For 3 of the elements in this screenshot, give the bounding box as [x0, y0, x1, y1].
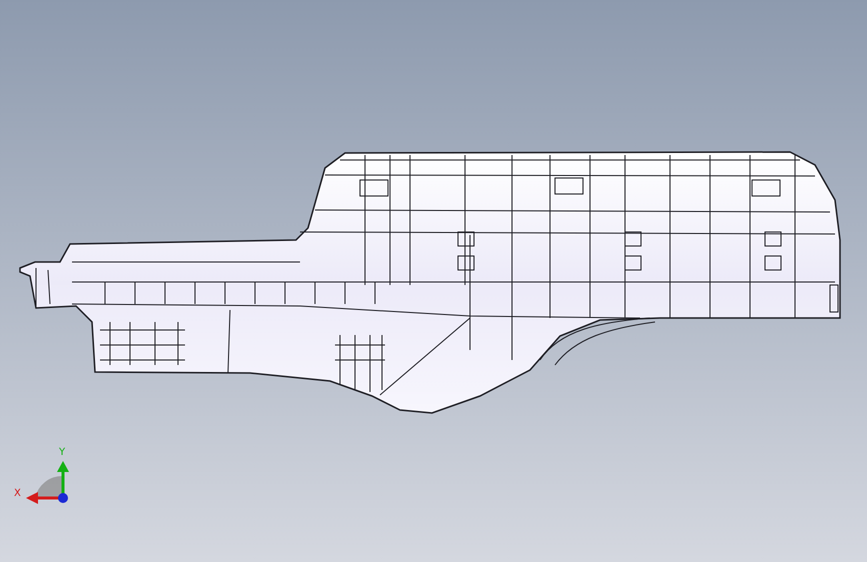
- axis-label: Y: [59, 447, 66, 458]
- axis-triad-icon: [26, 461, 69, 504]
- axis-label: X: [14, 488, 21, 499]
